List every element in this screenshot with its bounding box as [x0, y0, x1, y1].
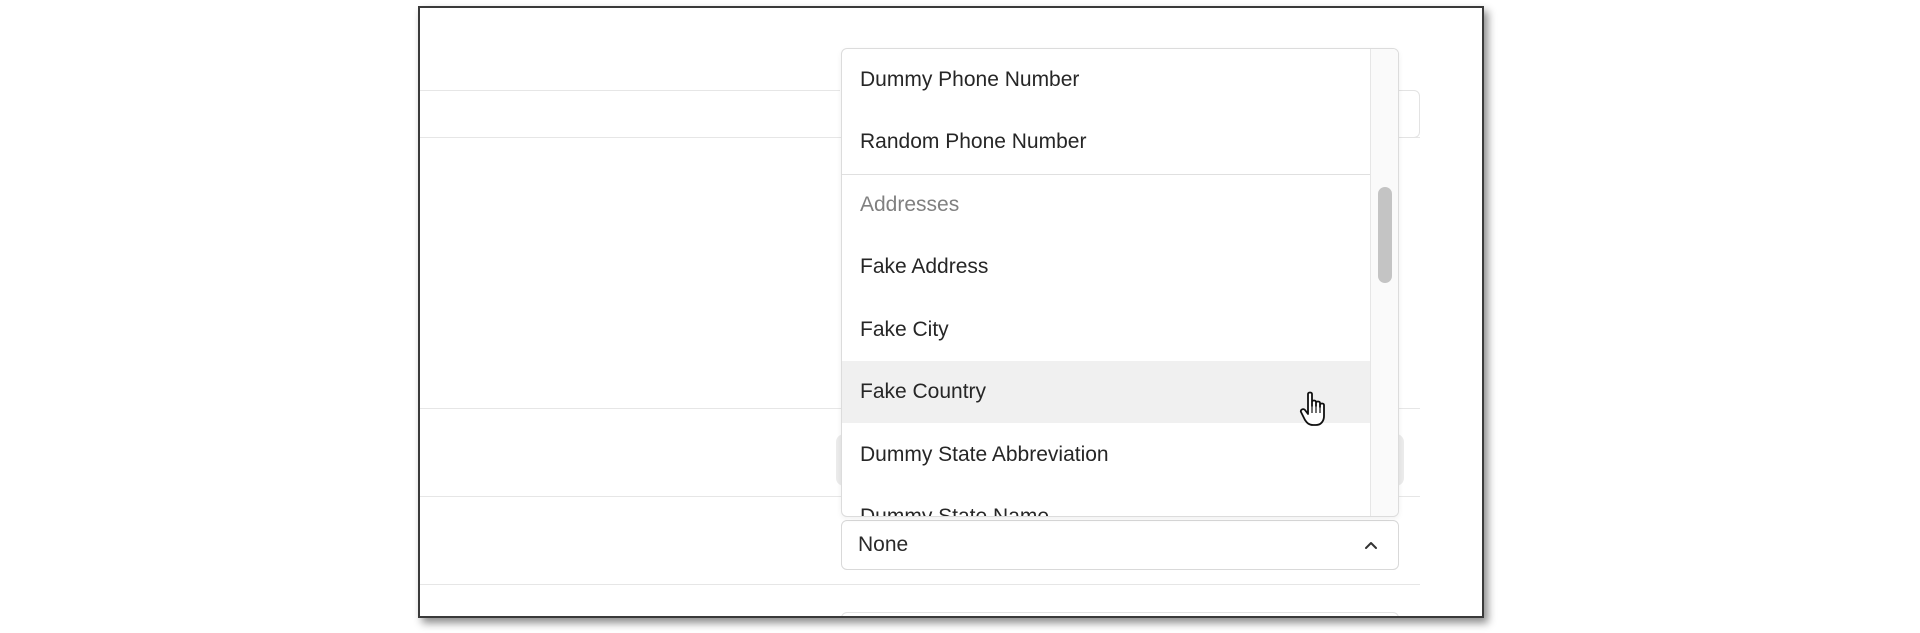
option-fake-country[interactable]: Fake Country: [842, 361, 1370, 423]
option-label: Dummy State Name: [860, 505, 1049, 516]
options-dropdown[interactable]: Dummy Phone Number Random Phone Number A…: [841, 48, 1399, 517]
option-label: Fake Country: [860, 380, 987, 403]
divider: [420, 584, 1420, 585]
option-fake-city[interactable]: Fake City: [842, 299, 1370, 361]
chevron-up-icon[interactable]: [1360, 534, 1382, 556]
app-window: None Dummy Phone Number Random Phone Num…: [418, 6, 1484, 618]
option-fake-address[interactable]: Fake Address: [842, 236, 1370, 298]
group-header-addresses: Addresses: [842, 174, 1370, 236]
fake-data-type-select[interactable]: None: [841, 520, 1399, 570]
option-dummy-state-name[interactable]: Dummy State Name: [842, 486, 1370, 516]
screen: None Dummy Phone Number Random Phone Num…: [0, 0, 1920, 633]
option-label: Fake Address: [860, 255, 989, 278]
option-dummy-state-abbreviation[interactable]: Dummy State Abbreviation: [842, 424, 1370, 486]
options-list: Dummy Phone Number Random Phone Number A…: [842, 49, 1370, 516]
option-random-phone-number[interactable]: Random Phone Number: [842, 111, 1370, 173]
option-label: Dummy Phone Number: [860, 68, 1080, 91]
option-label: Fake City: [860, 318, 949, 341]
option-label: Dummy State Abbreviation: [860, 443, 1109, 466]
group-header-label: Addresses: [860, 193, 960, 216]
scrollbar-thumb[interactable]: [1378, 187, 1392, 283]
dropdown-scrollbar[interactable]: [1370, 49, 1398, 516]
option-label: Random Phone Number: [860, 130, 1087, 153]
divider: [420, 90, 840, 91]
option-dummy-phone-number[interactable]: Dummy Phone Number: [842, 49, 1370, 111]
hand-pointer-icon: [1298, 390, 1332, 428]
select-value: None: [858, 533, 909, 556]
background-input-field[interactable]: [841, 612, 1399, 616]
